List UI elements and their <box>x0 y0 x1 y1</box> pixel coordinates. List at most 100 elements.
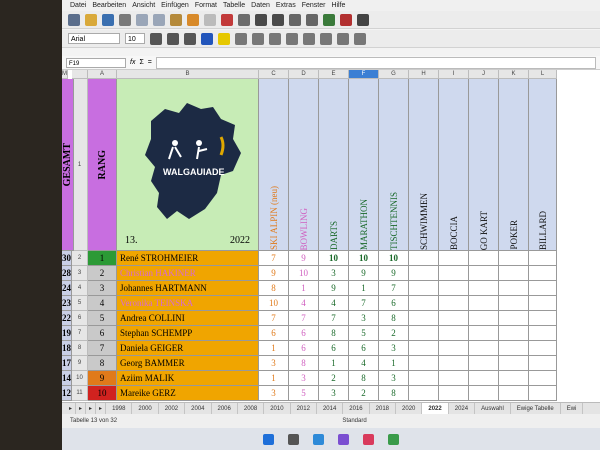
column-header-h[interactable]: H <box>409 70 439 79</box>
score-cell[interactable]: 9 <box>319 281 349 296</box>
chart-icon[interactable] <box>323 13 335 26</box>
participant-name-cell[interactable]: Aziim MALIK <box>117 371 259 386</box>
row-icon[interactable] <box>255 13 267 26</box>
column-header-e[interactable]: E <box>319 70 349 79</box>
filter-icon[interactable] <box>306 13 318 26</box>
column-header-j[interactable]: J <box>469 70 499 79</box>
font-name-field[interactable]: Arial <box>68 33 120 44</box>
participant-name-cell[interactable]: René STROHMEIER <box>117 251 259 266</box>
sheet-tab-1998[interactable]: 1998 <box>106 402 133 415</box>
score-cell[interactable]: 6 <box>349 341 379 356</box>
total-cell[interactable]: 18 <box>62 341 72 356</box>
menu-daten[interactable]: Daten <box>251 0 270 11</box>
total-cell[interactable]: 17 <box>62 356 72 371</box>
score-cell[interactable]: 2 <box>349 386 379 401</box>
score-cell[interactable]: 4 <box>349 356 379 371</box>
score-cell[interactable] <box>529 326 557 341</box>
score-cell[interactable] <box>439 251 469 266</box>
rank-cell[interactable]: 1 <box>88 251 117 266</box>
score-cell[interactable]: 6 <box>289 326 319 341</box>
nav-prev-icon[interactable]: ▸ <box>76 402 87 415</box>
paste-icon[interactable] <box>170 13 182 26</box>
rank-cell[interactable]: 6 <box>88 326 117 341</box>
score-cell[interactable]: 10 <box>319 251 349 266</box>
total-cell[interactable]: 30 <box>62 251 72 266</box>
score-cell[interactable] <box>409 356 439 371</box>
score-cell[interactable] <box>409 326 439 341</box>
score-cell[interactable] <box>499 371 529 386</box>
score-cell[interactable]: 8 <box>379 386 409 401</box>
total-cell[interactable]: 23 <box>62 296 72 311</box>
score-cell[interactable] <box>529 341 557 356</box>
calc-app-icon[interactable] <box>388 433 399 445</box>
score-cell[interactable]: 10 <box>259 296 289 311</box>
score-cell[interactable] <box>499 281 529 296</box>
menu-tabelle[interactable]: Tabelle <box>223 0 245 11</box>
spellcheck-icon[interactable] <box>238 13 250 26</box>
store-icon[interactable] <box>338 433 349 445</box>
score-cell[interactable]: 5 <box>289 386 319 401</box>
score-cell[interactable] <box>469 371 499 386</box>
score-cell[interactable]: 6 <box>259 326 289 341</box>
rank-cell[interactable]: 2 <box>88 266 117 281</box>
score-cell[interactable] <box>499 326 529 341</box>
score-cell[interactable] <box>409 371 439 386</box>
cut-icon[interactable] <box>136 13 148 26</box>
participant-name-cell[interactable]: Veronika TEINSKA <box>117 296 259 311</box>
participant-name-cell[interactable]: Christian HAKINER <box>117 266 259 281</box>
score-cell[interactable] <box>499 386 529 401</box>
score-cell[interactable]: 6 <box>319 341 349 356</box>
score-cell[interactable] <box>499 356 529 371</box>
score-cell[interactable] <box>469 326 499 341</box>
find-icon[interactable] <box>221 13 233 26</box>
score-cell[interactable] <box>439 341 469 356</box>
start-icon[interactable] <box>263 433 274 445</box>
row-header-11[interactable]: 11 <box>72 386 88 401</box>
menu-datei[interactable]: Datei <box>70 0 86 11</box>
score-cell[interactable] <box>409 266 439 281</box>
score-cell[interactable]: 3 <box>259 356 289 371</box>
score-cell[interactable]: 10 <box>289 266 319 281</box>
row-header-5[interactable]: 5 <box>72 296 88 311</box>
undo-icon[interactable] <box>187 13 199 26</box>
row-header-6[interactable]: 6 <box>72 311 88 326</box>
save-icon[interactable] <box>102 13 114 26</box>
participant-name-cell[interactable]: Johannes HARTMANN <box>117 281 259 296</box>
score-cell[interactable]: 4 <box>319 296 349 311</box>
score-cell[interactable] <box>409 311 439 326</box>
sheet-tab-2002[interactable]: 2002 <box>159 402 186 415</box>
score-cell[interactable] <box>439 296 469 311</box>
score-cell[interactable] <box>439 311 469 326</box>
sheet-tab-2020[interactable]: 2020 <box>396 402 423 415</box>
record-icon[interactable] <box>340 13 352 26</box>
rank-cell[interactable]: 4 <box>88 296 117 311</box>
highlight-icon[interactable] <box>218 32 230 45</box>
score-cell[interactable] <box>529 386 557 401</box>
score-cell[interactable] <box>469 281 499 296</box>
score-cell[interactable] <box>469 251 499 266</box>
total-cell[interactable]: 19 <box>62 326 72 341</box>
score-cell[interactable] <box>499 341 529 356</box>
rank-cell[interactable]: 9 <box>88 371 117 386</box>
score-cell[interactable] <box>529 251 557 266</box>
name-box[interactable]: F19 <box>66 57 126 68</box>
score-cell[interactable]: 7 <box>319 311 349 326</box>
score-cell[interactable] <box>469 341 499 356</box>
row-header-9[interactable]: 9 <box>72 356 88 371</box>
nav-next-icon[interactable]: ▸ <box>86 402 97 415</box>
nav-last-icon[interactable]: ▸ <box>96 402 107 415</box>
align-left-icon[interactable] <box>235 32 247 45</box>
menu-hilfe[interactable]: Hilfe <box>331 0 345 11</box>
sheet-tab-2022[interactable]: 2022 <box>422 402 449 415</box>
score-cell[interactable] <box>499 296 529 311</box>
menu-extras[interactable]: Extras <box>276 0 296 11</box>
score-cell[interactable] <box>439 326 469 341</box>
score-cell[interactable]: 7 <box>349 296 379 311</box>
sort-icon[interactable] <box>289 13 301 26</box>
borders-icon[interactable] <box>354 32 366 45</box>
function-wizard-icon[interactable]: fx <box>130 59 135 66</box>
sum-icon[interactable]: Σ <box>139 59 143 66</box>
score-cell[interactable]: 2 <box>319 371 349 386</box>
menu-fenster[interactable]: Fenster <box>302 0 326 11</box>
menu-ansicht[interactable]: Ansicht <box>132 0 155 11</box>
